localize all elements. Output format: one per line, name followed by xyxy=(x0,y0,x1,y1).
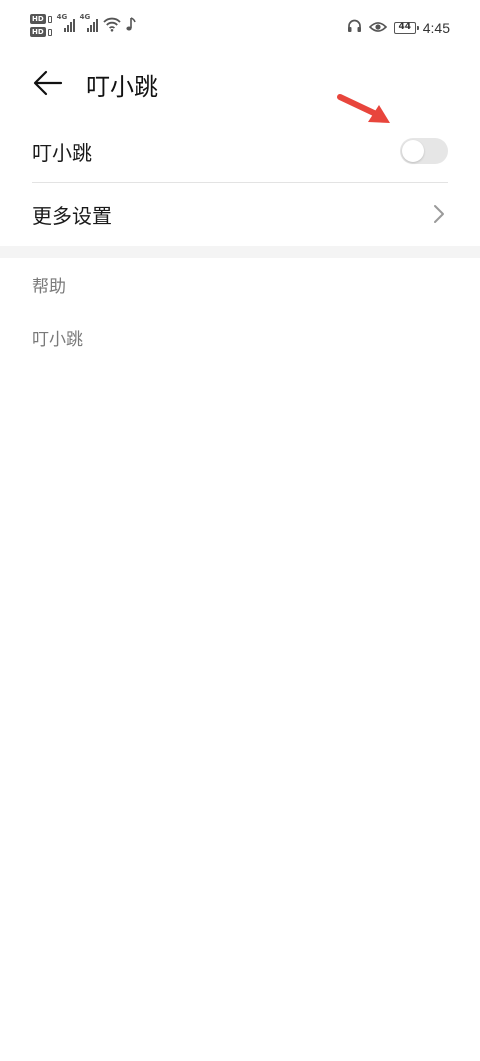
app-header: 叮小跳 xyxy=(0,58,480,108)
wifi-icon xyxy=(103,17,121,36)
section-separator xyxy=(0,246,480,258)
help-section-title: 帮助 xyxy=(32,277,66,297)
signal-icon: 4G xyxy=(80,14,98,32)
music-note-icon xyxy=(126,17,136,36)
hd-icon: HD xyxy=(30,14,46,24)
network-type-label: 4G xyxy=(79,13,91,21)
arrow-left-icon xyxy=(33,70,63,96)
network-type-label: 4G xyxy=(56,13,68,21)
more-settings-row[interactable]: 更多设置 xyxy=(32,183,448,245)
hd-icon-stack: HD HD xyxy=(30,14,52,37)
setting-label: 叮小跳 xyxy=(32,140,92,165)
setting-row-dingxiaotiao[interactable]: 叮小跳 xyxy=(32,120,448,182)
battery-level: 44 xyxy=(398,22,412,32)
screen: HD HD 4G 4G 44 4:45 叮小跳 叮小跳 更多设置 帮助 叮小跳 xyxy=(0,0,480,1061)
sim-icon xyxy=(47,15,52,23)
hd-icon: HD xyxy=(30,27,46,37)
sim-icon xyxy=(47,28,52,36)
clock-time: 4:45 xyxy=(422,19,450,36)
battery-icon: 44 xyxy=(393,21,419,34)
status-bar: HD HD 4G 4G 44 4:45 xyxy=(0,0,480,58)
headphones-icon xyxy=(347,18,362,37)
toggle-knob xyxy=(402,140,424,162)
back-button[interactable] xyxy=(28,66,68,100)
status-left: HD HD 4G 4G xyxy=(30,14,136,37)
more-settings-label: 更多设置 xyxy=(32,203,112,228)
status-right: 44 4:45 xyxy=(347,18,450,37)
signal-icon: 4G xyxy=(57,14,75,32)
eye-icon xyxy=(368,18,387,37)
chevron-right-icon xyxy=(432,204,446,224)
page-title: 叮小跳 xyxy=(86,73,158,101)
help-link-dingxiaotiao[interactable]: 叮小跳 xyxy=(32,325,83,350)
dingxiaotiao-toggle-switch[interactable] xyxy=(400,138,448,164)
